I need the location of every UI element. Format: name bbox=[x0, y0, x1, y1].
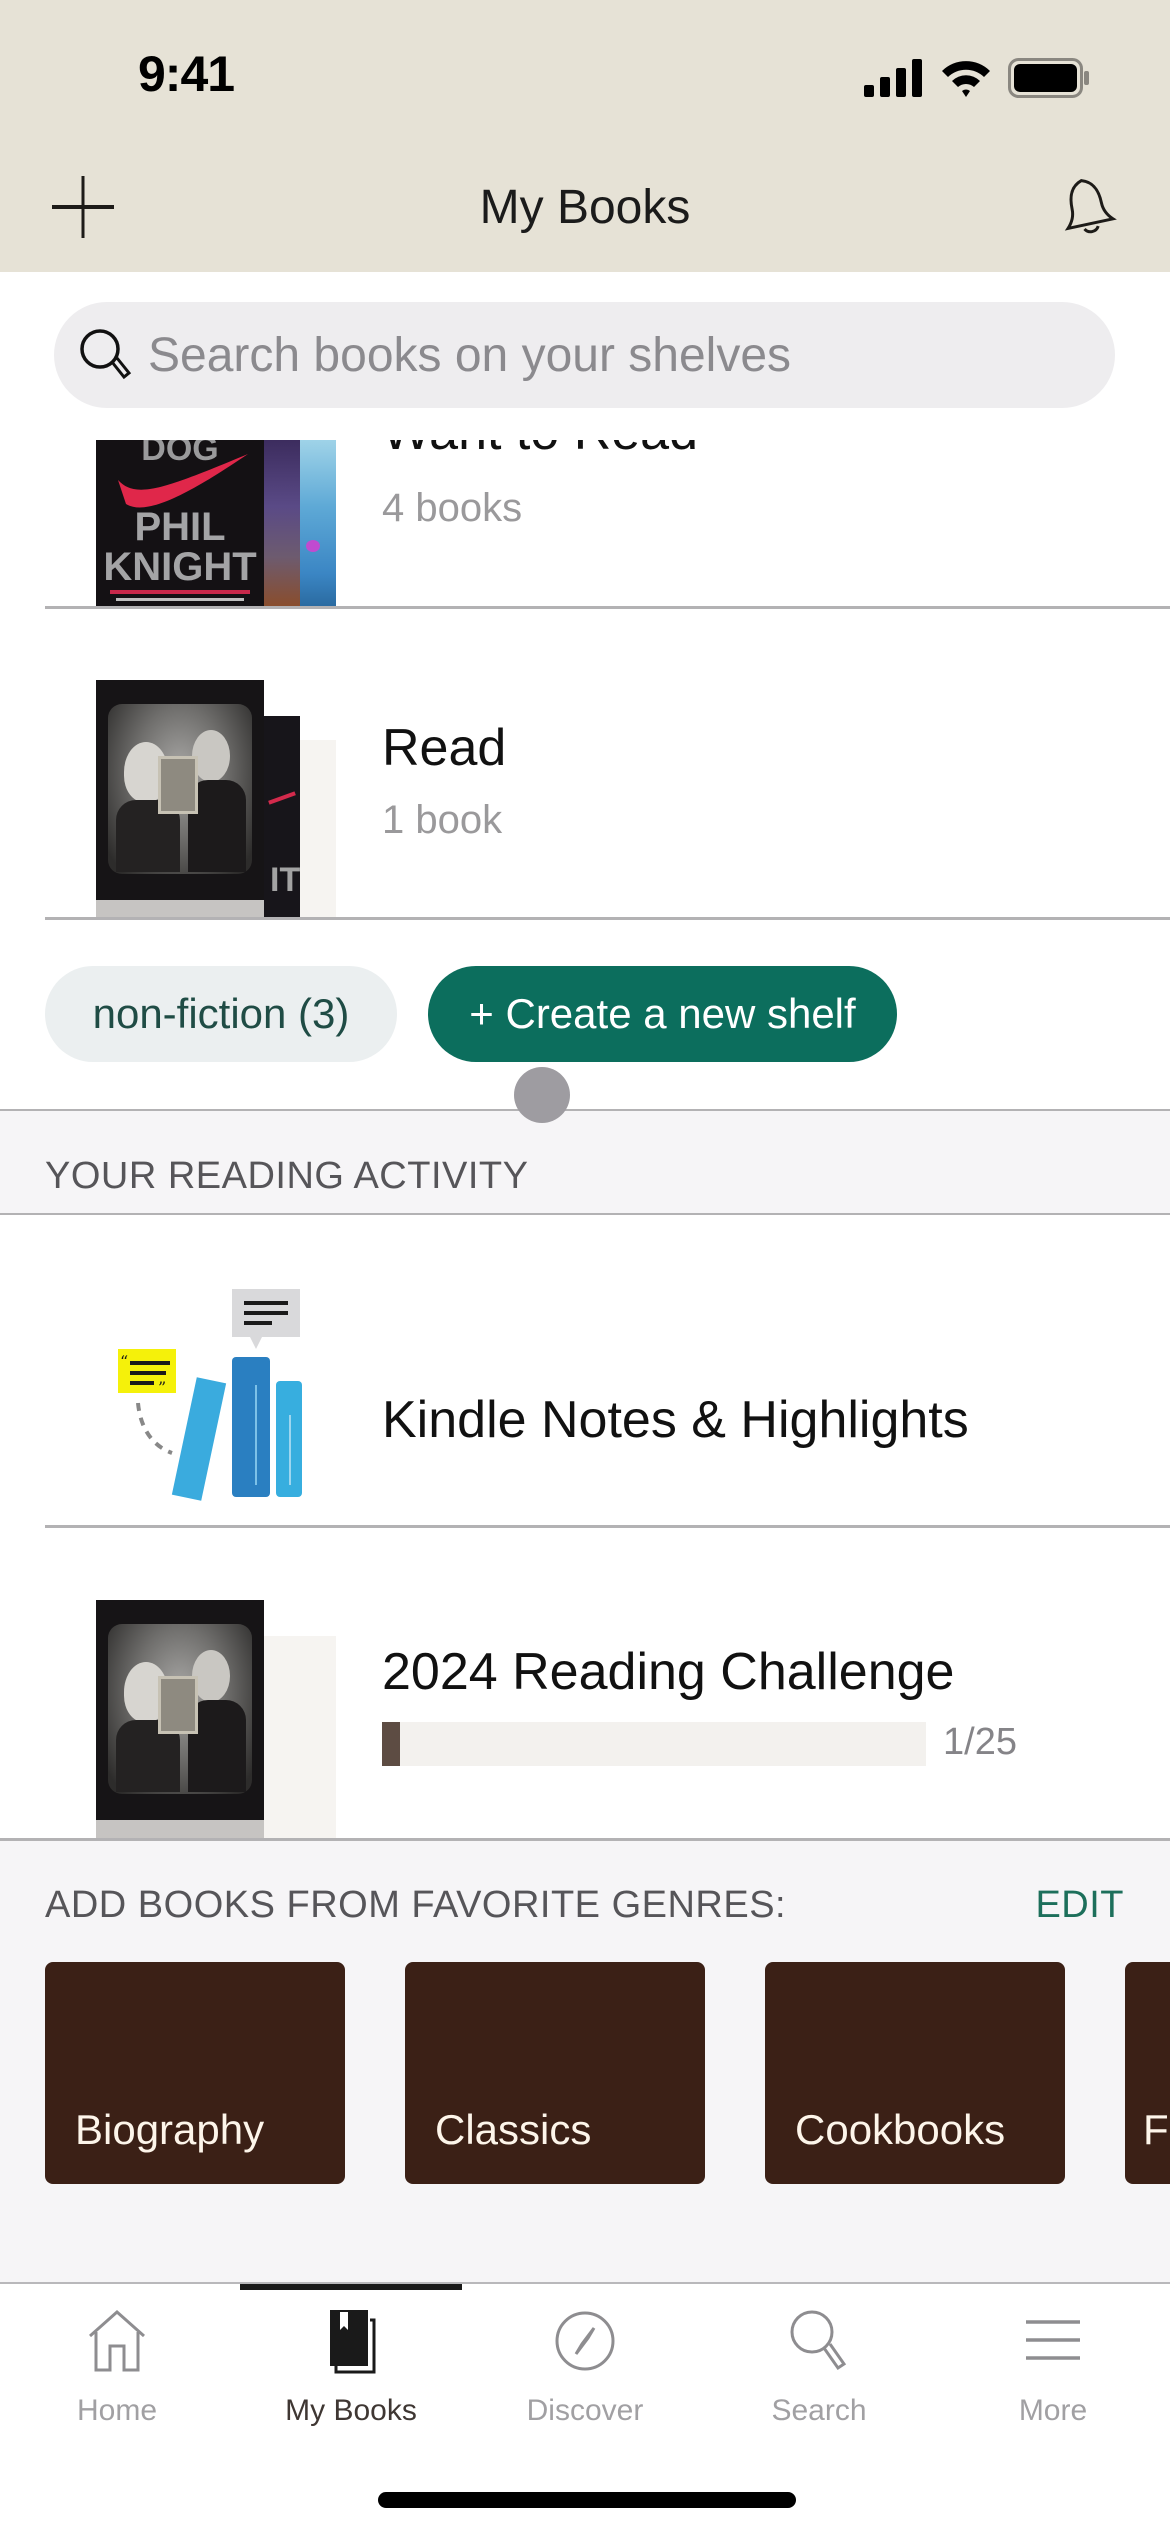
tab-label: Home bbox=[76, 2394, 158, 2427]
divider bbox=[45, 606, 1170, 609]
active-tab-indicator bbox=[240, 2284, 462, 2290]
book-cover-shoe-dog-spine: IT bbox=[264, 716, 300, 918]
kindle-notes-title[interactable]: Kindle Notes & Highlights bbox=[382, 1390, 969, 1450]
challenge-progress-track bbox=[382, 1722, 926, 1766]
divider bbox=[45, 917, 1170, 920]
status-icons bbox=[864, 58, 1090, 98]
shelf-chip-non-fiction[interactable]: non-fiction (3) bbox=[45, 966, 397, 1062]
home-icon bbox=[89, 2309, 145, 2372]
challenge-book-covers bbox=[96, 1600, 336, 1838]
reading-challenge-title[interactable]: 2024 Reading Challenge bbox=[382, 1642, 954, 1702]
genre-card-cookbooks[interactable]: Cookbooks bbox=[765, 1962, 1065, 2184]
shelf-count-want-to-read: 4 books bbox=[382, 486, 523, 530]
genre-card-biography[interactable]: Biography bbox=[45, 1962, 345, 2184]
battery-icon bbox=[1008, 58, 1089, 98]
genres-title: ADD BOOKS FROM FAVORITE GENRES: bbox=[45, 1884, 787, 1926]
notifications-button[interactable] bbox=[1052, 172, 1122, 242]
edit-genres-link[interactable]: EDIT bbox=[1035, 1884, 1124, 1927]
svg-text:”: ” bbox=[158, 1378, 166, 1397]
shelf-covers-want-to-read[interactable]: DOG PHIL KNIGHT bbox=[96, 440, 336, 607]
tab-home[interactable]: Home bbox=[0, 2296, 234, 2436]
svg-text:“: “ bbox=[120, 1352, 128, 1371]
touch-indicator bbox=[514, 1067, 570, 1123]
search-input[interactable] bbox=[148, 327, 1048, 383]
genre-card-partial[interactable]: F bbox=[1125, 1962, 1170, 2184]
my-books-icon bbox=[330, 2310, 376, 2374]
challenge-progress-text: 1/25 bbox=[943, 1721, 1017, 1763]
svg-text:DOG: DOG bbox=[141, 440, 218, 468]
genre-label: Classics bbox=[435, 2106, 592, 2153]
status-time: 9:41 bbox=[138, 46, 235, 102]
genre-label: Biography bbox=[75, 2106, 265, 2153]
shelf-covers-read[interactable]: IT bbox=[96, 680, 336, 918]
book-cover-third bbox=[300, 440, 336, 607]
divider bbox=[0, 1109, 1170, 1111]
shelf-count-read: 1 book bbox=[382, 798, 503, 842]
compass-icon bbox=[555, 2311, 615, 2371]
cover-placeholder bbox=[296, 740, 336, 918]
book-cover-on-photography bbox=[96, 680, 264, 918]
search-icon bbox=[80, 329, 132, 380]
tab-label: More bbox=[1018, 2394, 1088, 2427]
book-cover-shoe-dog: DOG PHIL KNIGHT bbox=[96, 440, 264, 607]
shelf-title-read[interactable]: Read bbox=[382, 718, 506, 778]
tab-label: Discover bbox=[526, 2394, 644, 2427]
tab-discover[interactable]: Discover bbox=[468, 2296, 702, 2436]
challenge-progress-fill bbox=[382, 1722, 400, 1766]
book-cover-on-photography bbox=[96, 1600, 264, 1838]
search-field[interactable] bbox=[54, 302, 1115, 408]
shoe-dog-cover-art: DOG PHIL KNIGHT bbox=[103, 440, 257, 601]
bell-icon bbox=[1064, 179, 1117, 234]
tab-label: Search bbox=[771, 2394, 867, 2427]
cellular-signal-icon bbox=[864, 59, 922, 97]
search-icon bbox=[790, 2310, 847, 2371]
reading-activity-title: YOUR READING ACTIVITY bbox=[45, 1155, 529, 1197]
menu-icon bbox=[1026, 2320, 1080, 2360]
home-indicator bbox=[378, 2492, 796, 2508]
tab-label: My Books bbox=[285, 2394, 417, 2427]
wifi-icon bbox=[942, 61, 990, 97]
svg-text:PHIL: PHIL bbox=[134, 505, 225, 549]
book-cover-second bbox=[264, 440, 300, 607]
page-title: My Books bbox=[479, 181, 691, 234]
divider bbox=[0, 1213, 1170, 1215]
create-shelf-button[interactable]: + Create a new shelf bbox=[428, 966, 897, 1062]
svg-text:KNIGHT: KNIGHT bbox=[103, 545, 256, 589]
genre-card-classics[interactable]: Classics bbox=[405, 1962, 705, 2184]
tab-search[interactable]: Search bbox=[702, 2296, 936, 2436]
kindle-notes-illustration-icon: “ ” bbox=[118, 1289, 302, 1501]
genre-label: F bbox=[1143, 2106, 1169, 2153]
genre-label: Cookbooks bbox=[795, 2106, 1006, 2153]
cover-placeholder bbox=[264, 1636, 336, 1838]
tab-my-books[interactable]: My Books bbox=[234, 2296, 468, 2436]
tab-more[interactable]: More bbox=[936, 2296, 1170, 2436]
